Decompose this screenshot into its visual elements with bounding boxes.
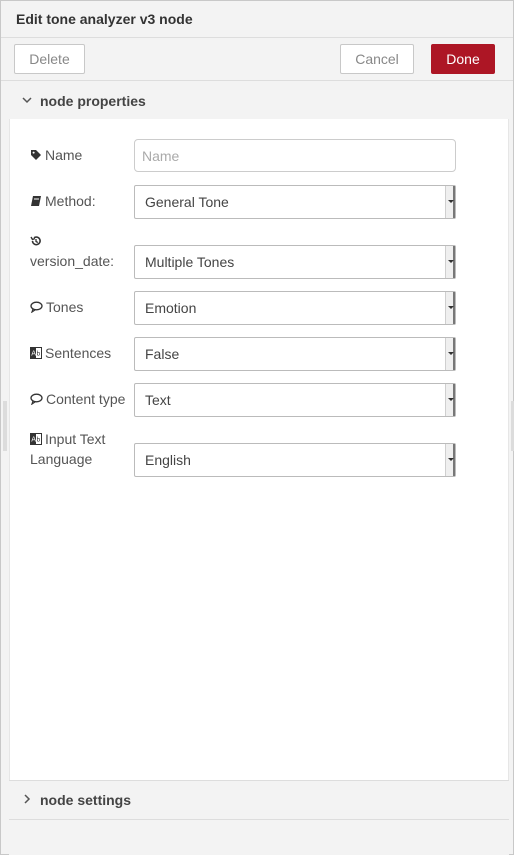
- content-type-select[interactable]: Text: [134, 383, 456, 417]
- content-type-label-text: Content type: [46, 391, 126, 407]
- sentences-select-value: False: [145, 346, 180, 362]
- content-type-select-value: Text: [145, 392, 171, 408]
- select-arrow-icon: [445, 384, 455, 416]
- version-date-label-text: version_date:: [30, 253, 115, 269]
- tray-toolbar: Delete Cancel Done: [1, 38, 513, 81]
- resize-handle-left[interactable]: [3, 401, 7, 451]
- name-input[interactable]: [134, 139, 456, 172]
- svg-text:A: A: [31, 350, 36, 358]
- input-language-select-value: English: [145, 452, 191, 468]
- version-date-select-value: Multiple Tones: [145, 254, 235, 270]
- chevron-down-icon: [22, 97, 32, 104]
- cancel-button[interactable]: Cancel: [340, 44, 414, 74]
- method-select[interactable]: General Tone: [134, 185, 456, 219]
- method-select-value: General Tone: [145, 194, 229, 210]
- svg-text:b: b: [37, 437, 41, 444]
- name-label: Name: [30, 145, 82, 165]
- select-arrow-icon: [445, 246, 455, 278]
- tray-header: Edit tone analyzer v3 node: [1, 1, 513, 38]
- svg-text:A: A: [31, 436, 36, 444]
- translate-icon: A b: [30, 347, 42, 359]
- select-arrow-icon: [445, 338, 455, 370]
- tones-select[interactable]: Emotion: [134, 291, 456, 325]
- method-label: Method:: [30, 191, 96, 211]
- method-label-text: Method:: [45, 193, 96, 209]
- version-date-select[interactable]: Multiple Tones: [134, 245, 456, 279]
- tray-title: Edit tone analyzer v3 node: [16, 11, 193, 27]
- edit-node-tray: Edit tone analyzer v3 node Delete Cancel…: [0, 0, 514, 855]
- tones-label: Tones: [30, 297, 83, 317]
- book-icon: [31, 196, 41, 206]
- node-settings-header[interactable]: node settings: [9, 780, 509, 818]
- input-language-label: A b Input Text Language: [30, 429, 105, 469]
- node-properties-label: node properties: [40, 93, 146, 109]
- chevron-right-icon: [24, 794, 31, 804]
- content-type-label: Content type: [30, 389, 125, 409]
- input-language-label-line2: Language: [30, 451, 93, 467]
- input-language-select[interactable]: English: [134, 443, 456, 477]
- history-icon: [30, 236, 41, 246]
- name-label-text: Name: [45, 147, 83, 163]
- delete-button[interactable]: Delete: [14, 44, 85, 74]
- node-settings-label: node settings: [40, 792, 132, 808]
- sentences-label-text: Sentences: [45, 345, 112, 361]
- input-language-label-line1: Input Text: [45, 431, 106, 447]
- tones-label-text: Tones: [46, 299, 84, 315]
- comment-icon: [30, 301, 43, 314]
- select-arrow-icon: [445, 292, 455, 324]
- comment-icon: [30, 393, 43, 406]
- tag-icon: [31, 150, 41, 160]
- sentences-select[interactable]: False: [134, 337, 456, 371]
- sentences-label: A b Sentences: [30, 343, 111, 363]
- svg-text:b: b: [37, 351, 41, 358]
- version-date-label: version_date:: [30, 231, 114, 271]
- node-properties-header[interactable]: node properties: [9, 82, 509, 120]
- translate-icon: A b: [30, 433, 42, 445]
- select-arrow-icon: [445, 444, 455, 476]
- done-button[interactable]: Done: [431, 44, 495, 74]
- select-arrow-icon: [445, 186, 455, 218]
- node-properties-content: Name Method: General Tone version_date: …: [9, 119, 509, 780]
- tones-select-value: Emotion: [145, 300, 197, 316]
- tray-footer: [9, 819, 509, 855]
